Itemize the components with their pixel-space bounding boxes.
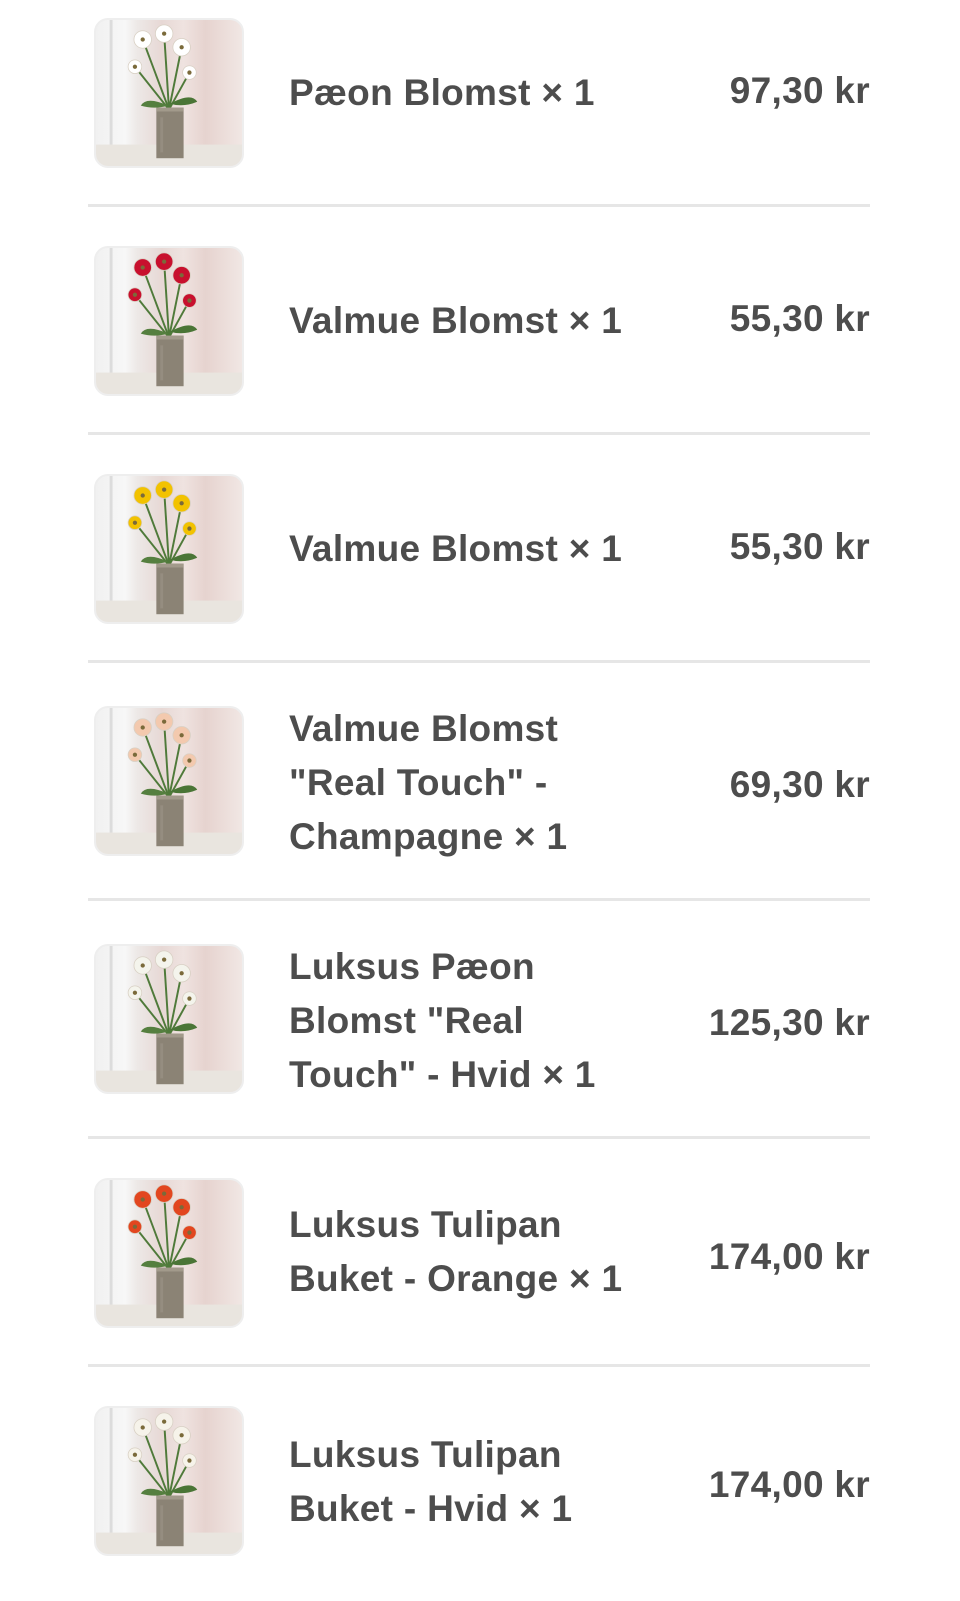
product-price: 55,30 kr xyxy=(729,298,870,339)
product-title: Luksus Pæon Blomst "Real Touch" - Hvid ×… xyxy=(289,946,596,1095)
product-title: Valmue Blomst × 1 xyxy=(289,300,623,341)
product-price: 174,00 kr xyxy=(708,1464,870,1505)
product-price: 97,30 kr xyxy=(729,70,870,111)
divider xyxy=(88,204,870,207)
product-price: 55,30 kr xyxy=(729,526,870,567)
product-title: Pæon Blomst × 1 xyxy=(289,72,595,113)
vase-illustration xyxy=(96,20,242,166)
divider xyxy=(88,660,870,663)
cart-item[interactable]: Valmue Blomst × 1 55,30 kr xyxy=(88,246,870,396)
cart-item[interactable]: Luksus Pæon Blomst "Real Touch" - Hvid ×… xyxy=(88,944,870,1095)
cart-item[interactable]: Valmue Blomst "Real Touch" - Champagne ×… xyxy=(88,706,870,857)
product-price: 69,30 kr xyxy=(729,764,870,805)
red-poppy-vase-image[interactable] xyxy=(94,246,244,396)
product-title: Valmue Blomst × 1 xyxy=(289,528,623,569)
vase-illustration xyxy=(96,708,242,854)
cart-item[interactable]: Luksus Tulipan Buket - Hvid × 1 174,00 k… xyxy=(88,1406,870,1556)
cart-item-list: Pæon Blomst × 1 97,30 kr Valmue Blomst ×… xyxy=(0,0,960,1601)
cart-item[interactable]: Pæon Blomst × 1 97,30 kr xyxy=(88,18,870,168)
product-title: Valmue Blomst "Real Touch" - Champagne ×… xyxy=(289,708,568,857)
champagne-poppy-vase-image[interactable] xyxy=(94,706,244,856)
white-peony-vase-image[interactable] xyxy=(94,18,244,168)
vase-illustration xyxy=(96,248,242,394)
white-tulip-vase-image[interactable] xyxy=(94,1406,244,1556)
yellow-poppy-vase-image[interactable] xyxy=(94,474,244,624)
cart-item[interactable]: Valmue Blomst × 1 55,30 kr xyxy=(88,474,870,624)
product-price: 125,30 kr xyxy=(708,1002,870,1043)
vase-illustration xyxy=(96,476,242,622)
divider xyxy=(88,898,870,901)
divider xyxy=(88,432,870,435)
product-title: Luksus Tulipan Buket - Orange × 1 xyxy=(289,1204,623,1299)
divider xyxy=(88,1364,870,1367)
vase-illustration xyxy=(96,1408,242,1554)
vase-illustration xyxy=(96,946,242,1092)
cart-item[interactable]: Luksus Tulipan Buket - Orange × 1 174,00… xyxy=(88,1178,870,1328)
product-title: Luksus Tulipan Buket - Hvid × 1 xyxy=(289,1434,573,1529)
vase-illustration xyxy=(96,1180,242,1326)
orange-tulip-vase-image[interactable] xyxy=(94,1178,244,1328)
white-peony-bouquet-vase-image[interactable] xyxy=(94,944,244,1094)
product-price: 174,00 kr xyxy=(708,1236,870,1277)
divider xyxy=(88,1136,870,1139)
